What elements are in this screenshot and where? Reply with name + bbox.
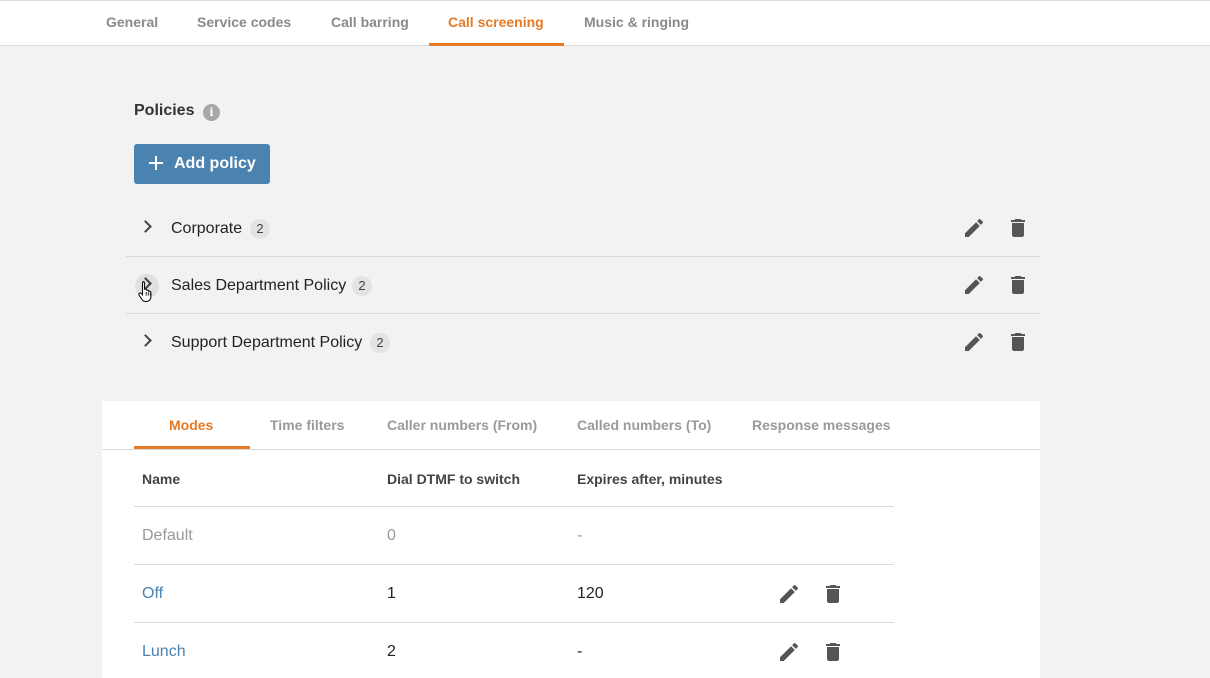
active-subtab-indicator xyxy=(134,446,250,449)
add-policy-label: Add policy xyxy=(174,155,256,172)
pencil-icon[interactable] xyxy=(777,640,801,664)
policies-title: Policies xyxy=(134,102,195,119)
tab-call-screening[interactable]: Call screening xyxy=(448,1,544,46)
mode-expires: - xyxy=(577,527,583,544)
detail-tab-bar: Modes Time filters Caller numbers (From)… xyxy=(102,401,1040,450)
mode-dtmf: 2 xyxy=(387,643,396,660)
trash-icon[interactable] xyxy=(821,640,845,664)
trash-icon[interactable] xyxy=(1006,330,1030,354)
trash-icon[interactable] xyxy=(821,582,845,606)
hand-pointer-cursor-icon xyxy=(137,280,157,303)
policy-count-badge: 2 xyxy=(250,219,270,239)
mode-name-link[interactable]: Lunch xyxy=(142,643,186,661)
pencil-icon[interactable] xyxy=(962,216,986,240)
chevron-right-icon[interactable] xyxy=(138,216,154,240)
mode-name: Default xyxy=(142,527,193,544)
tab-response-messages[interactable]: Response messages xyxy=(752,417,891,433)
column-header-name: Name xyxy=(142,471,181,487)
table-header: Name Dial DTMF to switch Expires after, … xyxy=(134,451,894,507)
tab-music-ringing[interactable]: Music & ringing xyxy=(584,1,689,46)
pencil-icon[interactable] xyxy=(962,330,986,354)
policy-name: Support Department Policy xyxy=(171,334,363,351)
trash-icon[interactable] xyxy=(1006,216,1030,240)
mode-expires: 120 xyxy=(577,585,604,602)
trash-icon[interactable] xyxy=(1006,273,1030,297)
tab-call-barring[interactable]: Call barring xyxy=(331,1,409,46)
pencil-icon[interactable] xyxy=(777,582,801,606)
tab-service-codes[interactable]: Service codes xyxy=(197,1,291,46)
table-row: Default 0 - xyxy=(134,507,894,565)
tab-general[interactable]: General xyxy=(106,1,158,46)
tab-caller-numbers[interactable]: Caller numbers (From) xyxy=(387,417,537,433)
policy-detail-card: Modes Time filters Caller numbers (From)… xyxy=(102,401,1040,678)
mode-name-link[interactable]: Off xyxy=(142,585,163,603)
plus-icon xyxy=(148,152,164,174)
column-header-dtmf: Dial DTMF to switch xyxy=(387,471,520,487)
mode-dtmf: 0 xyxy=(387,527,396,544)
tab-time-filters[interactable]: Time filters xyxy=(270,417,344,433)
add-policy-button[interactable]: Add policy xyxy=(134,144,270,184)
pencil-icon[interactable] xyxy=(962,273,986,297)
active-tab-indicator xyxy=(429,43,564,46)
info-icon[interactable]: i xyxy=(203,104,220,121)
policy-row-support[interactable]: Support Department Policy 2 xyxy=(126,314,1040,371)
policy-count-badge: 2 xyxy=(352,276,372,296)
policy-count-badge: 2 xyxy=(370,333,390,353)
chevron-right-icon[interactable] xyxy=(138,330,154,354)
top-tab-bar: General Service codes Call barring Call … xyxy=(0,0,1210,46)
tab-modes[interactable]: Modes xyxy=(169,417,213,433)
table-row: Lunch 2 - xyxy=(134,623,894,678)
column-header-expires: Expires after, minutes xyxy=(577,471,723,487)
tab-called-numbers[interactable]: Called numbers (To) xyxy=(577,417,711,433)
policy-name: Corporate xyxy=(171,220,243,237)
mode-dtmf: 1 xyxy=(387,585,396,602)
policy-row-corporate[interactable]: Corporate 2 xyxy=(126,200,1040,257)
policy-name: Sales Department Policy xyxy=(171,277,347,294)
policy-row-sales[interactable]: Sales Department Policy 2 xyxy=(126,257,1040,314)
mode-expires: - xyxy=(577,643,583,660)
table-row: Off 1 120 xyxy=(134,565,894,623)
